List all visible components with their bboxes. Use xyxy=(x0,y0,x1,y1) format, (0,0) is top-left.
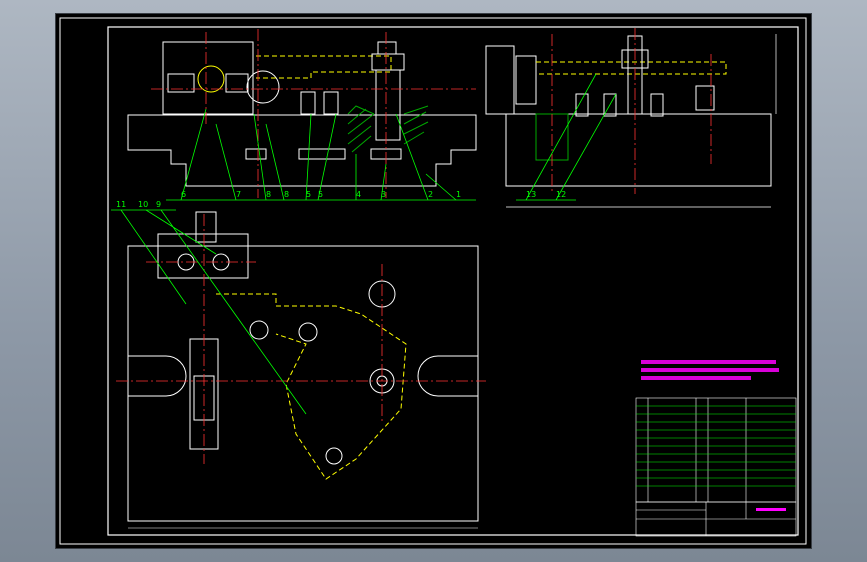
leader-lines xyxy=(111,73,617,415)
bom-table xyxy=(635,397,797,537)
outer-frame xyxy=(59,17,807,545)
top-center-lines xyxy=(116,214,486,464)
callout-number: 10 xyxy=(138,200,148,209)
fixture-assembly-drawing: 6 7 8 8 5 5 4 3 2 1 13 12 11 10 9 xyxy=(59,17,807,545)
callout-number: 13 xyxy=(526,190,536,199)
section-hatch xyxy=(347,105,429,153)
notes-block xyxy=(641,360,779,380)
callout-number: 1 xyxy=(456,190,461,199)
callout-number: 11 xyxy=(116,200,126,209)
callout-number: 8 xyxy=(284,190,289,199)
callout-number: 4 xyxy=(356,190,361,199)
callout-number: 7 xyxy=(236,190,241,199)
callout-number: 8 xyxy=(266,190,271,199)
side-dimension xyxy=(506,34,777,208)
cad-viewport[interactable]: 6 7 8 8 5 5 4 3 2 1 13 12 11 10 9 xyxy=(56,14,811,548)
callout-number: 5 xyxy=(318,190,323,199)
top-view xyxy=(127,211,479,522)
callout-number: 12 xyxy=(556,190,566,199)
side-view xyxy=(485,35,772,187)
title-marks xyxy=(756,508,786,511)
callout-number: 9 xyxy=(156,200,161,209)
callout-number: 5 xyxy=(306,190,311,199)
callout-number: 3 xyxy=(381,190,386,199)
callout-number: 2 xyxy=(428,190,433,199)
front-view xyxy=(127,41,477,187)
callout-labels: 6 7 8 8 5 5 4 3 2 1 13 12 11 10 9 xyxy=(116,190,566,209)
callout-number: 6 xyxy=(181,190,186,199)
